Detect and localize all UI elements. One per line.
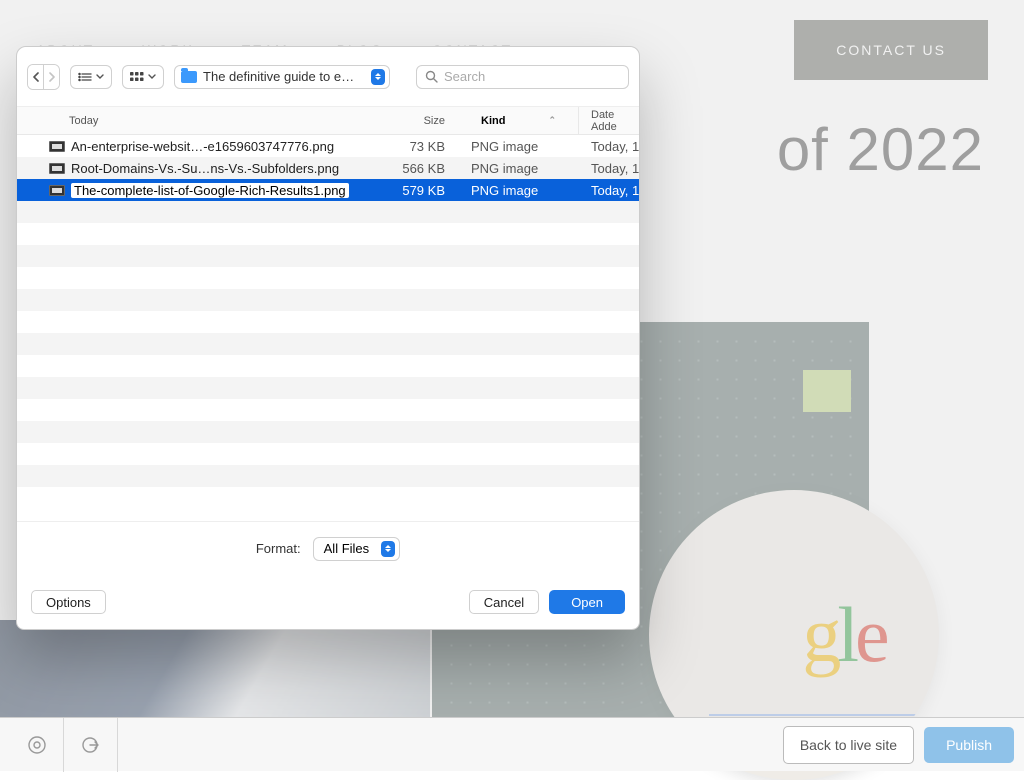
empty-row bbox=[17, 311, 639, 333]
nav-back-forward-group bbox=[27, 64, 60, 90]
empty-row bbox=[17, 465, 639, 487]
format-value: All Files bbox=[324, 541, 370, 556]
list-icon bbox=[78, 72, 92, 82]
export-icon bbox=[81, 735, 101, 755]
file-row[interactable]: The-complete-list-of-Google-Rich-Results… bbox=[17, 179, 639, 201]
open-button[interactable]: Open bbox=[549, 590, 625, 614]
empty-row bbox=[17, 421, 639, 443]
file-name: An-enterprise-websit…-e1659603747776.png bbox=[71, 139, 334, 154]
search-input[interactable] bbox=[444, 69, 620, 84]
column-headers: Today Size Kind ⌃ Date Adde bbox=[17, 107, 639, 135]
format-row: Format: All Files bbox=[17, 521, 639, 575]
empty-row bbox=[17, 399, 639, 421]
empty-row bbox=[17, 443, 639, 465]
path-dropdown[interactable]: The definitive guide to e… bbox=[174, 65, 390, 89]
file-row[interactable]: An-enterprise-websit…-e1659603747776.png… bbox=[17, 135, 639, 157]
file-kind: PNG image bbox=[459, 135, 579, 157]
file-name: Root-Domains-Vs.-Su…ns-Vs.-Subfolders.pn… bbox=[71, 161, 339, 176]
updown-icon bbox=[371, 69, 385, 85]
list-view-toggle[interactable] bbox=[70, 65, 112, 89]
settings-gear-button[interactable] bbox=[10, 718, 64, 772]
empty-row bbox=[17, 289, 639, 311]
file-size: 566 KB bbox=[357, 157, 459, 179]
grid-icon bbox=[130, 72, 144, 82]
file-date: Today, 11 bbox=[579, 157, 639, 179]
empty-row bbox=[17, 267, 639, 289]
col-name-header[interactable]: Today bbox=[17, 107, 357, 134]
file-kind: PNG image bbox=[459, 157, 579, 179]
image-file-icon bbox=[49, 141, 65, 152]
dialog-actions: Options Cancel Open bbox=[17, 575, 639, 629]
empty-row bbox=[17, 377, 639, 399]
editor-bottom-bar: Back to live site Publish bbox=[0, 717, 1024, 771]
updown-icon bbox=[381, 541, 395, 557]
file-kind: PNG image bbox=[459, 179, 579, 201]
chevron-down-icon bbox=[148, 74, 156, 80]
folder-icon bbox=[181, 71, 197, 83]
file-row[interactable]: Root-Domains-Vs.-Su…ns-Vs.-Subfolders.pn… bbox=[17, 157, 639, 179]
file-open-dialog: The definitive guide to e… Today Size Ki… bbox=[16, 46, 640, 630]
image-file-icon bbox=[49, 185, 65, 196]
file-size: 73 KB bbox=[357, 135, 459, 157]
file-size: 579 KB bbox=[357, 179, 459, 201]
file-date: Today, 11 bbox=[579, 135, 639, 157]
nav-back-button[interactable] bbox=[28, 65, 43, 89]
cancel-button[interactable]: Cancel bbox=[469, 590, 539, 614]
search-field-wrap[interactable] bbox=[416, 65, 629, 89]
image-file-icon bbox=[49, 163, 65, 174]
col-kind-header[interactable]: Kind ⌃ bbox=[459, 107, 579, 134]
empty-row bbox=[17, 487, 639, 509]
publish-button[interactable]: Publish bbox=[924, 727, 1014, 763]
col-size-header[interactable]: Size bbox=[357, 107, 459, 134]
file-list: An-enterprise-websit…-e1659603747776.png… bbox=[17, 135, 639, 521]
gear-icon bbox=[27, 735, 47, 755]
chevron-down-icon bbox=[96, 74, 104, 80]
export-button[interactable] bbox=[64, 718, 118, 772]
format-select[interactable]: All Files bbox=[313, 537, 401, 561]
options-button[interactable]: Options bbox=[31, 590, 106, 614]
empty-row bbox=[17, 355, 639, 377]
empty-row bbox=[17, 201, 639, 223]
grid-view-toggle[interactable] bbox=[122, 65, 164, 89]
format-label: Format: bbox=[256, 541, 301, 556]
empty-row bbox=[17, 245, 639, 267]
back-to-live-button[interactable]: Back to live site bbox=[783, 726, 914, 764]
path-label: The definitive guide to e… bbox=[203, 69, 365, 84]
file-date: Today, 11 bbox=[579, 179, 639, 201]
empty-row bbox=[17, 333, 639, 355]
col-date-header[interactable]: Date Adde bbox=[579, 107, 639, 134]
search-icon bbox=[425, 70, 438, 83]
dialog-toolbar: The definitive guide to e… bbox=[17, 47, 639, 107]
file-name: The-complete-list-of-Google-Rich-Results… bbox=[71, 183, 349, 198]
nav-forward-button[interactable] bbox=[43, 65, 59, 89]
empty-row bbox=[17, 223, 639, 245]
sort-caret-icon: ⌃ bbox=[548, 115, 556, 126]
